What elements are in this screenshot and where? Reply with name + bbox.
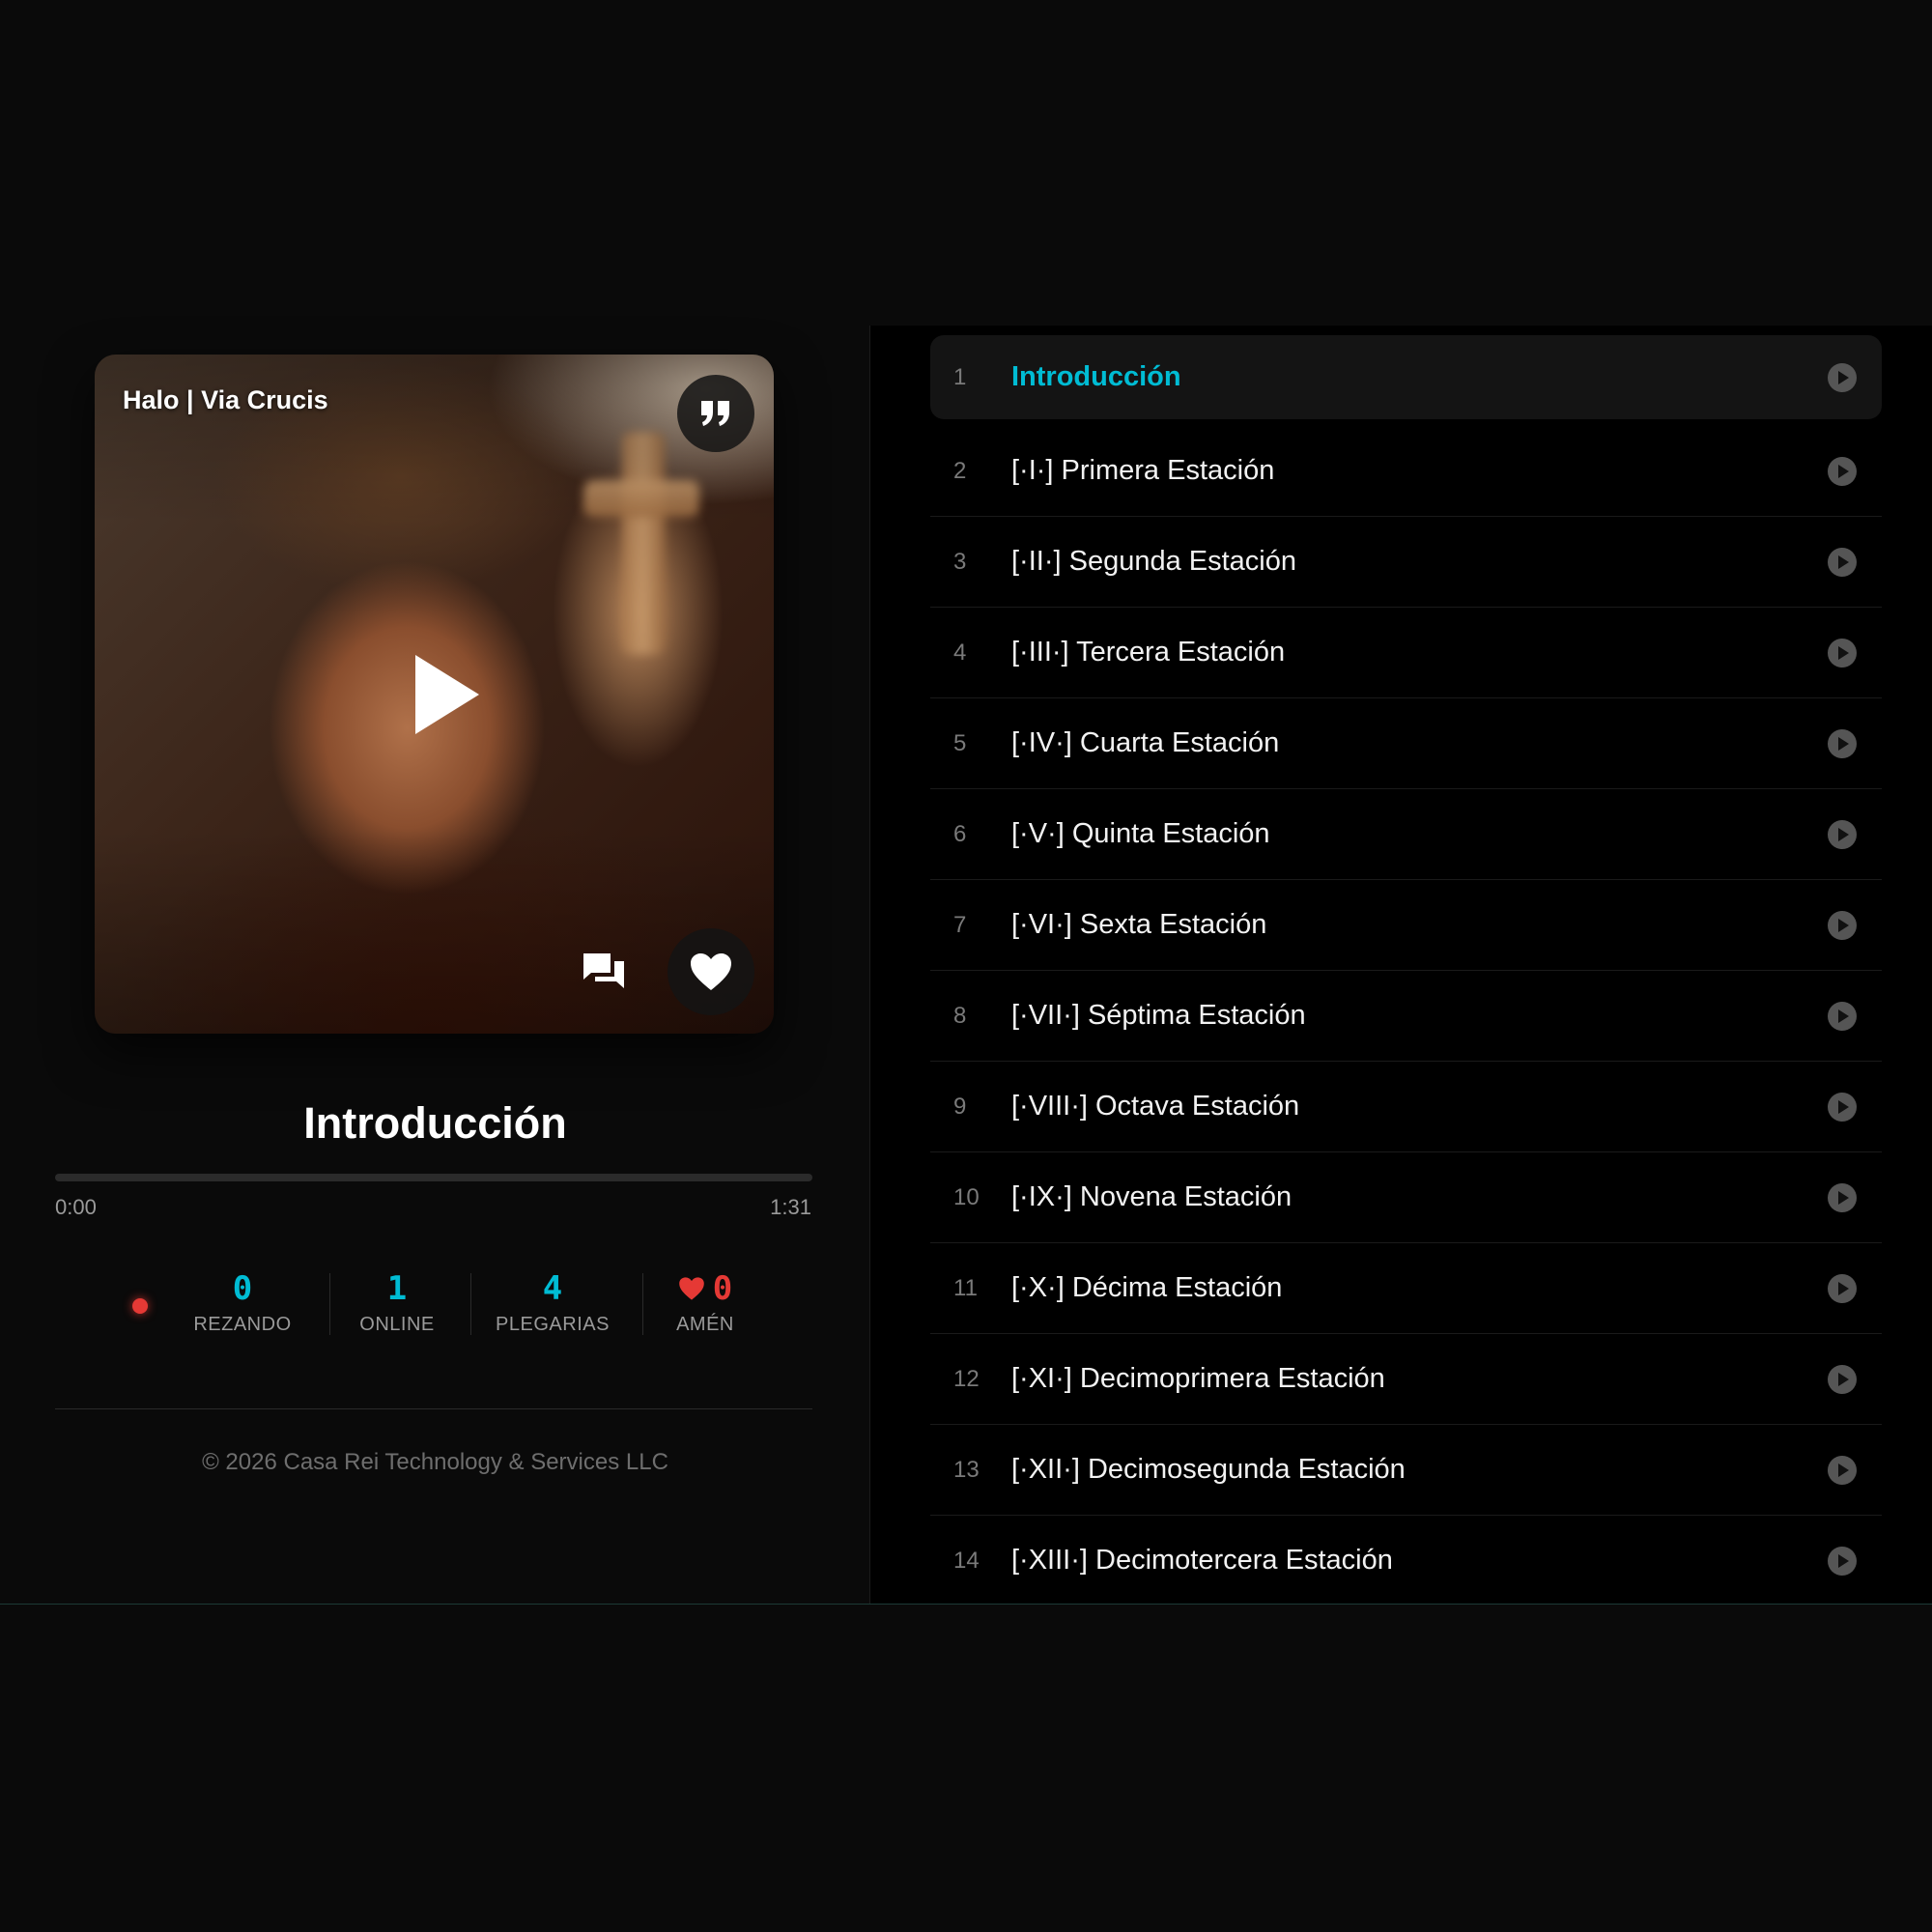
quote-button[interactable]: [677, 375, 754, 452]
track-title: [·I·] Primera Estación: [1011, 455, 1275, 486]
track-title: [·XI·] Decimoprimera Estación: [1011, 1363, 1385, 1394]
play-circle-icon[interactable]: [1826, 909, 1859, 942]
track-title: [·V·] Quinta Estación: [1011, 818, 1270, 849]
stat-plegarias-value: 4: [542, 1269, 563, 1308]
play-button[interactable]: [404, 646, 491, 743]
play-circle-icon[interactable]: [1826, 1000, 1859, 1033]
stat-rezando-label: REZANDO: [193, 1314, 292, 1335]
playlist: 1 Introducción 2 [·I·] Primera Estación 3 [·I…: [870, 326, 1932, 1604]
track-number: 9: [953, 1093, 967, 1120]
playlist-item[interactable]: 9 [·VIII·] Octava Estación: [930, 1062, 1882, 1152]
live-indicator: [132, 1298, 148, 1314]
track-title: [·VII·] Séptima Estación: [1011, 1000, 1306, 1031]
stat-rezando: 0 REZANDO: [189, 1267, 296, 1339]
progress-bar[interactable]: [55, 1174, 812, 1181]
heart-button[interactable]: [668, 928, 754, 1015]
track-number: 12: [953, 1365, 980, 1392]
time-current: 0:00: [55, 1195, 97, 1219]
track-title: [·VI·] Sexta Estación: [1011, 909, 1267, 940]
stat-amen-label: AMÉN: [676, 1314, 734, 1335]
track-number: 7: [953, 911, 967, 938]
play-circle-icon[interactable]: [1826, 1545, 1859, 1577]
stat-rezando-value: 0: [232, 1269, 253, 1308]
play-circle-icon[interactable]: [1826, 727, 1859, 760]
play-circle-icon[interactable]: [1826, 1454, 1859, 1487]
track-title: [·XIII·] Decimotercera Estación: [1011, 1545, 1393, 1576]
track-number: 13: [953, 1456, 980, 1483]
playlist-item[interactable]: 3 [·II·] Segunda Estación: [930, 517, 1882, 608]
heart-icon: [678, 1277, 704, 1300]
stats-bar: 0 REZANDO 1 ONLINE 4 PLEGARIAS 0 AMÉN: [0, 1267, 870, 1345]
heart-icon: [691, 953, 731, 990]
comments-button[interactable]: [575, 943, 633, 1001]
stat-amen[interactable]: 0 AMÉN: [657, 1267, 753, 1339]
cover-title: Halo | Via Crucis: [123, 385, 328, 414]
footer-divider: [55, 1408, 812, 1409]
stat-online-value: 1: [386, 1269, 408, 1308]
track-number: 3: [953, 548, 967, 575]
stat-divider: [470, 1273, 471, 1335]
app-shell: Halo | Via Crucis Introducción 0:00 1:31…: [0, 326, 1932, 1605]
player-panel: Halo | Via Crucis Introducción 0:00 1:31…: [0, 326, 870, 1604]
playlist-item[interactable]: 13 [·XII·] Decimosegunda Estación: [930, 1425, 1882, 1516]
track-title: [·IX·] Novena Estación: [1011, 1181, 1293, 1212]
play-circle-icon[interactable]: [1826, 1181, 1859, 1214]
playlist-item[interactable]: 8 [·VII·] Séptima Estación: [930, 971, 1882, 1062]
play-circle-icon[interactable]: [1826, 818, 1859, 851]
now-playing-title: Introducción: [303, 1098, 567, 1148]
play-circle-icon[interactable]: [1826, 1272, 1859, 1305]
playlist-item[interactable]: 5 [·IV·] Cuarta Estación: [930, 698, 1882, 789]
track-title: [·VIII·] Octava Estación: [1011, 1091, 1300, 1122]
track-number: 14: [953, 1547, 980, 1574]
play-circle-icon[interactable]: [1826, 1363, 1859, 1396]
play-circle-icon[interactable]: [1826, 361, 1859, 394]
track-number: 10: [953, 1183, 980, 1210]
stat-plegarias-label: PLEGARIAS: [496, 1314, 610, 1335]
playlist-item[interactable]: 11 [·X·] Décima Estación: [930, 1243, 1882, 1334]
playlist-item[interactable]: 12 [·XI·] Decimoprimera Estación: [930, 1334, 1882, 1425]
track-number: 8: [953, 1002, 967, 1029]
playlist-item[interactable]: 6 [·V·] Quinta Estación: [930, 789, 1882, 880]
stat-amen-value-row: 0: [657, 1267, 753, 1310]
track-title: [·X·] Décima Estación: [1011, 1272, 1283, 1303]
time-total: 1:31: [770, 1195, 811, 1219]
quote-icon: [701, 401, 729, 426]
playlist-item[interactable]: 1 Introducción: [930, 335, 1882, 419]
playlist-item[interactable]: 2 [·I·] Primera Estación: [930, 426, 1882, 517]
stat-divider: [642, 1273, 643, 1335]
playlist-item[interactable]: 4 [·III·] Tercera Estación: [930, 608, 1882, 698]
play-icon: [415, 655, 479, 734]
play-circle-icon[interactable]: [1826, 637, 1859, 669]
track-number: 2: [953, 457, 967, 484]
play-circle-icon[interactable]: [1826, 455, 1859, 488]
track-title: [·IV·] Cuarta Estación: [1011, 727, 1280, 758]
playlist-item[interactable]: 14 [·XIII·] Decimotercera Estación: [930, 1516, 1882, 1604]
stat-online: 1 ONLINE: [344, 1267, 450, 1339]
stat-plegarias[interactable]: 4 PLEGARIAS: [490, 1267, 615, 1339]
track-number: 5: [953, 729, 967, 756]
track-title: Introducción: [1011, 361, 1181, 392]
track-title: [·XII·] Decimosegunda Estación: [1011, 1454, 1406, 1485]
comments-icon: [583, 953, 624, 988]
play-circle-icon[interactable]: [1826, 1091, 1859, 1123]
copyright: © 2026 Casa Rei Technology & Services LL…: [202, 1449, 668, 1475]
stat-online-label: ONLINE: [359, 1314, 435, 1335]
play-circle-icon[interactable]: [1826, 546, 1859, 579]
track-title: [·II·] Segunda Estación: [1011, 546, 1296, 577]
stat-amen-value: 0: [712, 1269, 733, 1308]
stat-divider: [329, 1273, 330, 1335]
track-title: [·III·] Tercera Estación: [1011, 637, 1286, 668]
cover-artwork: Halo | Via Crucis: [95, 355, 774, 1034]
playlist-item[interactable]: 10 [·IX·] Novena Estación: [930, 1152, 1882, 1243]
track-number: 6: [953, 820, 967, 847]
track-number: 11: [953, 1274, 978, 1301]
track-number: 1: [953, 363, 967, 390]
playlist-item[interactable]: 7 [·VI·] Sexta Estación: [930, 880, 1882, 971]
track-number: 4: [953, 639, 967, 666]
